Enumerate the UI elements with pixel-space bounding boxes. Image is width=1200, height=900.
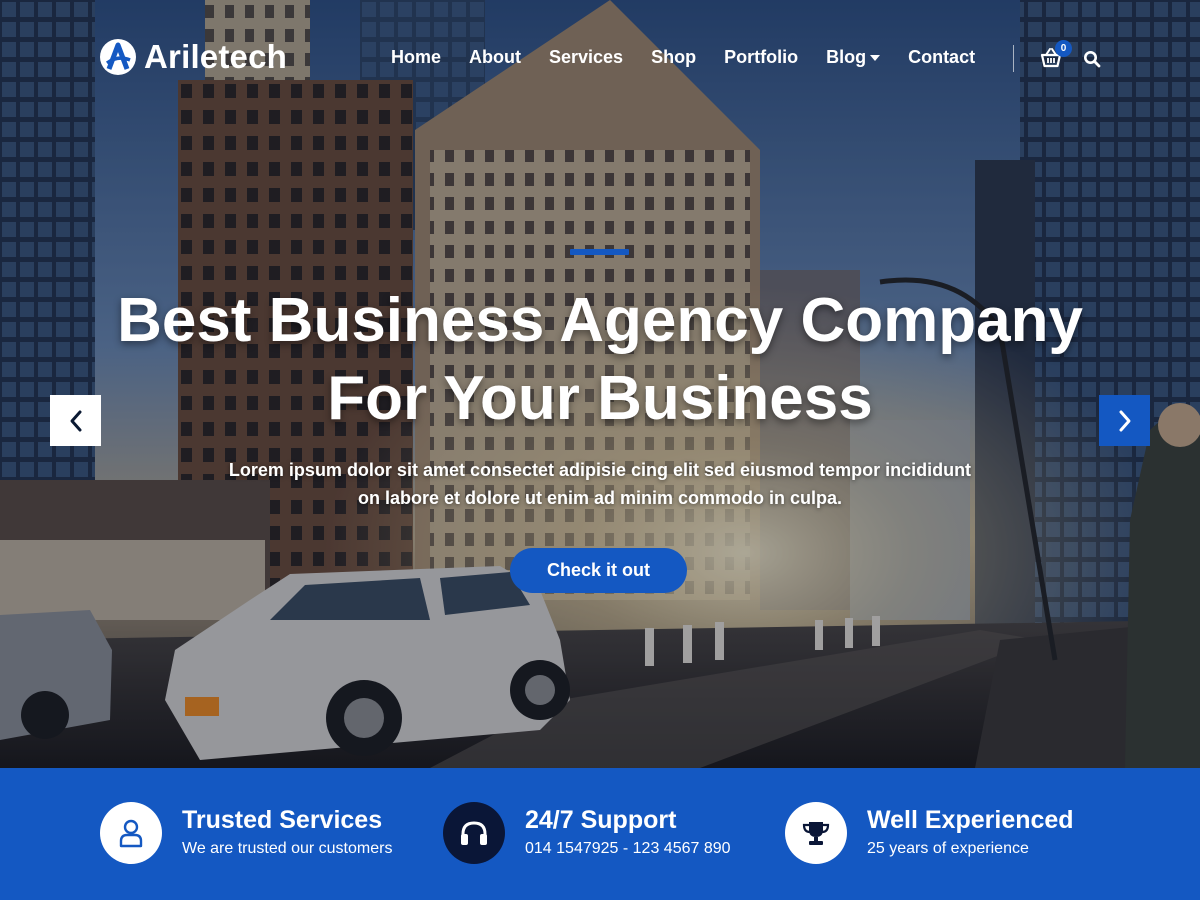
hero-description-line-2: on labore et dolore ut enim ad minim com… [357, 488, 843, 508]
caret-down-icon [870, 55, 881, 61]
cart-count-badge: 0 [1055, 40, 1072, 57]
hero-description-line-1: Lorem ipsum dolor sit amet consectet adi… [228, 460, 972, 480]
slider-next-button[interactable] [1099, 395, 1150, 446]
chevron-right-icon [1119, 410, 1130, 431]
feature-support: 24/7 Support 014 1547925 - 123 4567 890 [443, 802, 731, 864]
nav-item-portfolio[interactable]: Portfolio [724, 46, 798, 68]
nav-item-services[interactable]: Services [549, 46, 623, 68]
brand-logo[interactable]: Ariletech [100, 39, 287, 75]
feature-trusted-services: Trusted Services We are trusted our cust… [100, 802, 392, 864]
main-nav: Home About Services Shop Portfolio Blog … [391, 46, 975, 68]
headphones-icon [443, 802, 505, 864]
nav-item-contact[interactable]: Contact [908, 46, 975, 68]
user-icon [100, 802, 162, 864]
nav-item-about[interactable]: About [469, 46, 521, 68]
hero-headline: Best Business Agency Company For Your Bu… [0, 282, 1200, 438]
logo-a-icon [100, 39, 136, 75]
brand-name: Ariletech [144, 38, 288, 75]
nav-item-shop[interactable]: Shop [651, 46, 696, 68]
trophy-icon [785, 802, 847, 864]
hero-headline-line-1: Best Business Agency Company [117, 286, 1083, 355]
search-icon[interactable] [1083, 50, 1101, 68]
nav-item-blog-label: Blog [826, 47, 867, 67]
check-it-out-button[interactable]: Check it out [510, 548, 687, 593]
feature-subtitle: 014 1547925 - 123 4567 890 [525, 840, 731, 857]
site-header: Ariletech Home About Services Shop Portf… [0, 0, 1200, 116]
feature-well-experienced: Well Experienced 25 years of experience [785, 802, 1074, 864]
feature-title: Well Experienced [867, 806, 1074, 834]
features-strip: Trusted Services We are trusted our cust… [0, 768, 1200, 900]
feature-title: 24/7 Support [525, 806, 677, 834]
chevron-left-icon [70, 410, 81, 431]
feature-subtitle: We are trusted our customers [182, 840, 393, 857]
feature-title: Trusted Services [182, 806, 383, 834]
nav-divider [1013, 45, 1014, 72]
headline-accent-bar [570, 249, 629, 255]
hero-headline-line-2: For Your Business [327, 364, 873, 433]
slider-prev-button[interactable] [50, 395, 101, 446]
hero-description: Lorem ipsum dolor sit amet consectet adi… [200, 456, 1000, 512]
nav-item-blog[interactable]: Blog [826, 46, 881, 68]
nav-item-home[interactable]: Home [391, 46, 441, 68]
feature-subtitle: 25 years of experience [867, 840, 1029, 857]
